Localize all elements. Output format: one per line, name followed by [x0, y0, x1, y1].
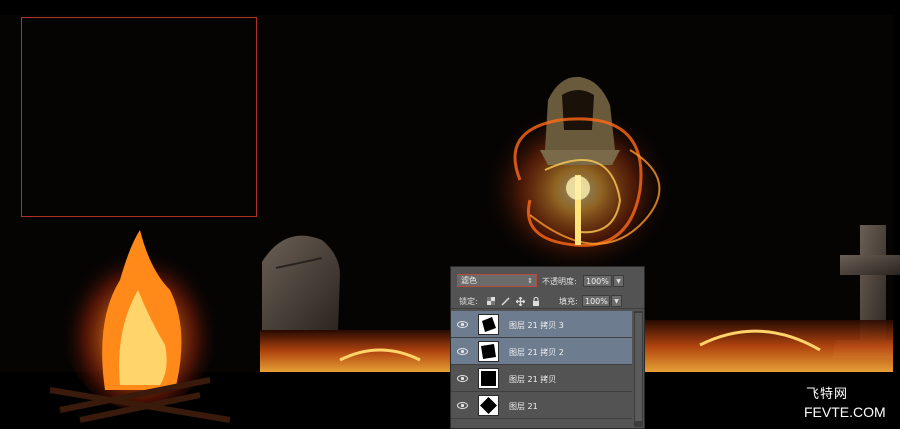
- opacity-field[interactable]: 100%: [583, 275, 612, 287]
- eye-visibility-icon[interactable]: [457, 373, 468, 384]
- layer-thumbnail: [478, 395, 499, 416]
- layer-thumbnail: [478, 341, 499, 362]
- blend-mode-value: 滤色: [461, 276, 477, 285]
- watermark-chinese: 飞特网: [806, 387, 849, 402]
- lock-image-pixels-icon[interactable]: [501, 296, 510, 306]
- layer-row[interactable]: 图层 21: [451, 392, 632, 419]
- layer-row[interactable]: 图层 21 拷贝 3: [451, 311, 632, 338]
- layer-name: 图层 21 拷贝 2: [509, 348, 564, 357]
- lock-label: 锁定:: [459, 297, 478, 306]
- opacity-label: 不透明度:: [542, 277, 577, 286]
- layer-name: 图层 21 拷贝 3: [509, 321, 564, 330]
- fill-field[interactable]: 100%: [582, 295, 610, 307]
- scrollbar-thumb[interactable]: [635, 313, 642, 421]
- lock-all-icon[interactable]: [531, 296, 540, 306]
- lock-position-icon[interactable]: [516, 296, 525, 306]
- layer-list: 图层 21 拷贝 3 图层 21 拷贝 2 图层 21 拷贝 图层 21: [451, 311, 632, 419]
- fill-label: 填充:: [559, 297, 578, 306]
- layer-thumbnail: [478, 368, 499, 389]
- lock-transparent-pixels-icon[interactable]: [486, 296, 495, 306]
- layer-name: 图层 21: [509, 402, 538, 411]
- eye-visibility-icon[interactable]: [457, 319, 468, 330]
- layer-row[interactable]: 图层 21 拷贝 2: [451, 338, 632, 365]
- fill-value: 100%: [585, 296, 608, 306]
- selection-rectangle[interactable]: [21, 17, 257, 217]
- layers-scrollbar[interactable]: [634, 311, 643, 427]
- fill-dropdown-arrow-icon[interactable]: ▼: [611, 295, 622, 307]
- blend-mode-dropdown[interactable]: 滤色 ⇕: [457, 274, 537, 287]
- opacity-value: 100%: [586, 276, 609, 286]
- blend-opacity-row: 滤色 ⇕ 不透明度: 100% ▼: [455, 273, 641, 289]
- panel-divider: [451, 308, 644, 309]
- layer-row[interactable]: 图层 21 拷贝: [451, 365, 632, 392]
- updown-arrows-icon: ⇕: [527, 277, 533, 285]
- eye-visibility-icon[interactable]: [457, 400, 468, 411]
- watermark-english: FEVTE.COM: [804, 404, 886, 420]
- layer-thumbnail: [478, 314, 499, 335]
- eye-visibility-icon[interactable]: [457, 346, 468, 357]
- opacity-dropdown-arrow-icon[interactable]: ▼: [613, 275, 624, 287]
- layer-name: 图层 21 拷贝: [509, 375, 557, 384]
- layers-panel: 滤色 ⇕ 不透明度: 100% ▼ 锁定: 填充: 100% ▼ 图层 21 拷…: [450, 266, 645, 429]
- canvas-stage: 滤色 ⇕ 不透明度: 100% ▼ 锁定: 填充: 100% ▼ 图层 21 拷…: [0, 0, 900, 429]
